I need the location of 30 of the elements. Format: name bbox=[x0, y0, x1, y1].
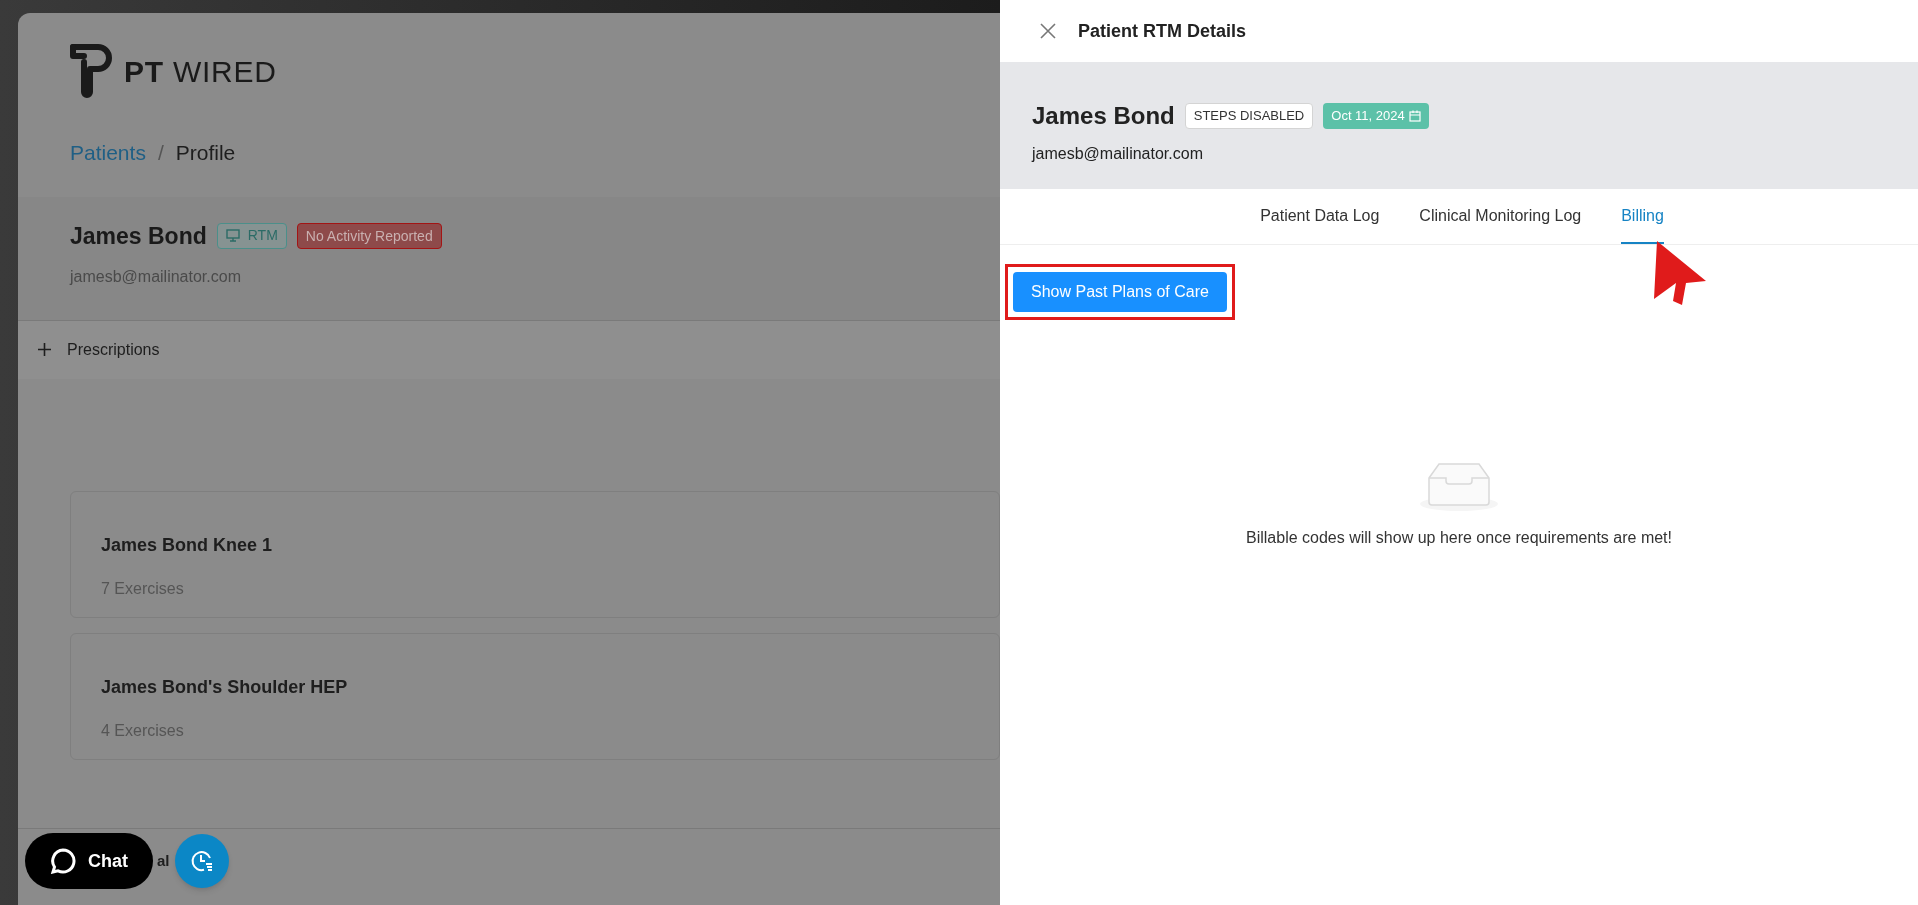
tag-label: Oct 11, 2024 bbox=[1331, 107, 1405, 126]
empty-inbox-icon bbox=[1419, 460, 1499, 512]
logo-text: PT WIRED bbox=[124, 53, 277, 90]
status-tag: No Activity Reported bbox=[296, 222, 442, 249]
section-label: Prescriptions bbox=[67, 339, 160, 360]
chat-button[interactable]: Chat bbox=[25, 833, 153, 889]
section-label: al bbox=[157, 851, 170, 869]
logo-icon bbox=[70, 44, 112, 98]
patient-name: James Bond bbox=[1032, 101, 1175, 131]
section-header[interactable]: Prescriptions bbox=[18, 320, 1000, 379]
patient-name: James Bond bbox=[70, 221, 207, 251]
tag-label: RTM bbox=[247, 226, 278, 246]
tab[interactable]: Patient Data Log bbox=[1260, 189, 1380, 244]
patient-email: jamesb@mailinator.com bbox=[1032, 144, 1204, 164]
program-title: James Bond's Shoulder HEP bbox=[101, 675, 349, 699]
drawer-title: Patient RTM Details bbox=[1078, 19, 1247, 43]
monitor-icon bbox=[225, 229, 240, 243]
show-past-plans-button[interactable]: Show Past Plans of Care bbox=[1013, 272, 1227, 312]
program-title: James Bond Knee 1 bbox=[101, 533, 274, 557]
close-icon[interactable] bbox=[1040, 23, 1056, 39]
empty-state-message: Billable codes will show up here once requirements are met! bbox=[1246, 528, 1672, 548]
status-tag: STEPS DISABLED bbox=[1184, 103, 1314, 129]
calendar-icon bbox=[1408, 110, 1421, 122]
breadcrumb-current: Profile bbox=[175, 140, 236, 166]
breadcrumb-separator: / bbox=[157, 140, 164, 166]
tab[interactable]: Clinical Monitoring Log bbox=[1419, 189, 1582, 244]
patient-email: jamesb@mailinator.com bbox=[70, 267, 242, 287]
clock-icon bbox=[190, 849, 214, 873]
chat-bubble-icon bbox=[50, 848, 76, 874]
cursor-arrow-icon bbox=[1654, 241, 1708, 305]
